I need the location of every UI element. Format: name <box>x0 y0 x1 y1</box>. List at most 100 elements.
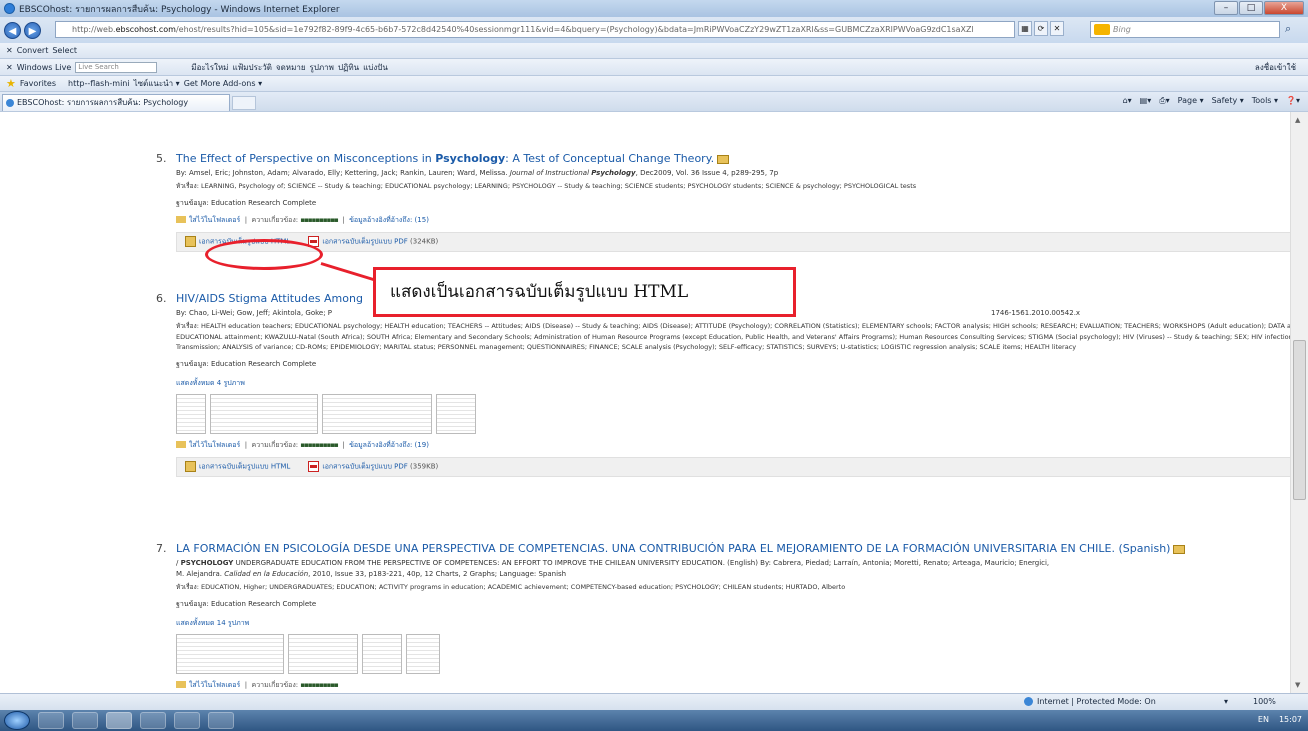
back-button[interactable]: ◀ <box>4 21 21 39</box>
zoom-level[interactable]: 100% <box>1253 697 1276 706</box>
image-thumbnail[interactable] <box>176 633 284 674</box>
live-item[interactable]: จดหมาย <box>276 61 306 74</box>
live-item[interactable]: แบ่งปัน <box>363 61 388 74</box>
language-indicator[interactable]: EN <box>1258 715 1269 724</box>
alt-title-highlight: PSYCHOLOGY <box>180 559 234 567</box>
pdf-fulltext-link[interactable]: เอกสารฉบับเต็มรูปแบบ PDF (359KB) <box>308 460 439 473</box>
live-search-input[interactable]: Live Search <box>75 61 158 73</box>
page-content: 5. The Effect of Perspective on Misconce… <box>12 112 1302 693</box>
image-thumbnail[interactable] <box>210 393 318 434</box>
compat-icon[interactable]: ▦ <box>1018 21 1032 36</box>
favorites-button[interactable]: Favorites <box>20 79 56 88</box>
result-title-link[interactable]: LA FORMACIÓN EN PSICOLOGÍA DESDE UNA PER… <box>176 542 1302 555</box>
url-rest: /ehost/results?hid=105&sid=1e792f82-89f9… <box>175 25 974 34</box>
search-placeholder: Bing <box>1113 25 1131 34</box>
forward-button[interactable]: ▶ <box>24 21 41 39</box>
result-authors: By: Amsel, Eric; Johnston, Adam; Alvarad… <box>176 168 1302 179</box>
result-subjects: หัวเรื่อง: HEALTH education teachers; ED… <box>176 322 1302 351</box>
print-icon[interactable]: ⎙▾ <box>1159 96 1169 106</box>
live-item[interactable]: แฟ้มประวัติ <box>232 61 271 74</box>
taskbar-item[interactable] <box>208 712 234 729</box>
fav-item[interactable]: ไซต์แนะนำ ▾ <box>134 77 180 90</box>
cited-references-link[interactable]: ข้อมูลอ้างอิงที่อ้างถึง: (15) <box>349 216 429 224</box>
fav-item[interactable]: Get More Add-ons ▾ <box>184 79 262 88</box>
cited-references-link[interactable]: ข้อมูลอ้างอิงที่อ้างถึง: (19) <box>349 441 429 449</box>
stop-icon[interactable]: ✕ <box>1050 21 1064 36</box>
live-item[interactable]: ปฏิทิน <box>338 61 359 74</box>
vertical-scrollbar[interactable]: ▲ ▼ <box>1290 112 1308 693</box>
clock[interactable]: 15:07 <box>1279 715 1302 724</box>
preview-icon[interactable] <box>1173 544 1186 554</box>
close-toolbar-icon[interactable]: ✕ <box>6 46 13 55</box>
new-tab-button[interactable] <box>232 96 256 110</box>
image-thumbnail[interactable] <box>288 633 358 674</box>
fav-item[interactable]: http--flash-mini <box>68 79 130 88</box>
close-toolbar-icon[interactable]: ✕ <box>6 63 13 72</box>
taskbar-item[interactable] <box>140 712 166 729</box>
annotation-callout: แสดงเป็นเอกสารฉบับเต็มรูปแบบ HTML <box>373 267 796 317</box>
tab-bar: EBSCOhost: รายการผลการสืบค้น: Psychology… <box>0 92 1308 112</box>
pdf-fulltext-link[interactable]: เอกสารฉบับเต็มรูปแบบ PDF (324KB) <box>308 235 438 248</box>
journal: Calidad en la Educación <box>224 570 309 578</box>
add-to-folder-link[interactable]: ใส่ไว้ในโฟลเดอร์ <box>189 441 240 449</box>
select-button[interactable]: Select <box>52 46 77 55</box>
pdf-size: (359KB) <box>410 462 439 471</box>
tab-active[interactable]: EBSCOhost: รายการผลการสืบค้น: Psychology <box>2 94 230 111</box>
close-button[interactable]: X <box>1264 1 1304 15</box>
folder-icon <box>176 441 186 448</box>
star-icon: ★ <box>6 77 16 90</box>
url-field[interactable]: http://web.ebscohost.com/ehost/results?h… <box>55 21 1015 38</box>
scroll-thumb[interactable] <box>1293 340 1306 500</box>
browser-window: EBSCOhost: รายการผลการสืบค้น: Psychology… <box>0 0 1308 731</box>
relevance-label: ความเกี่ยวข้อง: <box>251 215 299 224</box>
maximize-button[interactable]: □ <box>1239 1 1263 15</box>
show-images-link[interactable]: แสดงทั้งหมด 14 รูปภาพ <box>176 618 1302 629</box>
zoom-menu-icon[interactable]: ▾ <box>1224 697 1228 706</box>
taskbar-item[interactable] <box>106 712 132 729</box>
image-thumbnail[interactable] <box>322 393 432 434</box>
start-button[interactable] <box>4 711 30 730</box>
html-icon <box>185 235 196 247</box>
security-zone[interactable]: Internet | Protected Mode: On <box>1024 697 1156 706</box>
refresh-icon[interactable]: ⟳ <box>1034 21 1048 36</box>
html-fulltext-link[interactable]: เอกสารฉบับเต็มรูปแบบ HTML <box>185 460 290 473</box>
image-thumbnail[interactable] <box>176 393 206 434</box>
live-item[interactable]: มีอะไรใหม่ <box>191 61 228 74</box>
title-part: The Effect of Perspective on Misconcepti… <box>176 152 436 165</box>
home-icon[interactable]: ⌂▾ <box>1123 96 1132 106</box>
result-database: ฐานข้อมูล: Education Research Complete <box>176 599 317 608</box>
result-title-link[interactable]: The Effect of Perspective on Misconcepti… <box>176 152 1302 165</box>
title-part: : A Test of Conceptual Change Theory. <box>505 152 715 165</box>
show-images-link[interactable]: แสดงทั้งหมด 4 รูปภาพ <box>176 378 1302 389</box>
image-thumbnail[interactable] <box>362 633 402 674</box>
taskbar-item[interactable] <box>72 712 98 729</box>
page-menu[interactable]: Page ▾ <box>1178 96 1204 106</box>
tools-menu[interactable]: Tools ▾ <box>1252 96 1278 106</box>
journal-highlight: Psychology <box>591 169 636 177</box>
live-item[interactable]: รูปภาพ <box>310 61 334 74</box>
doi: 1746-1561.2010.00542.x <box>991 309 1081 317</box>
taskbar-item[interactable] <box>174 712 200 729</box>
safety-menu[interactable]: Safety ▾ <box>1212 96 1244 106</box>
help-icon[interactable]: ❓▾ <box>1286 96 1300 106</box>
preview-icon[interactable] <box>717 154 730 164</box>
add-to-folder-link[interactable]: ใส่ไว้ในโฟลเดอร์ <box>189 681 240 689</box>
url-prefix: http://web. <box>72 25 116 34</box>
image-thumbnail[interactable] <box>436 393 476 434</box>
taskbar-item[interactable] <box>38 712 64 729</box>
convert-button[interactable]: Convert <box>17 46 49 55</box>
alt-title-part: M. Alejandra. <box>176 570 223 578</box>
feeds-icon[interactable]: ▤▾ <box>1140 96 1152 106</box>
result-links: ใส่ไว้ในโฟลเดอร์ | ความเกี่ยวข้อง: ▪▪▪▪▪… <box>176 215 1302 226</box>
windows-live-button[interactable]: Windows Live <box>17 63 72 72</box>
signin-button[interactable]: ลงชื่อเข้าใช้ <box>1255 61 1296 74</box>
authors: By: Chao, Li-Wei; Gow, Jeff; Akintola, G… <box>176 309 333 317</box>
search-input[interactable]: Bing <box>1090 21 1280 38</box>
minimize-button[interactable]: – <box>1214 1 1238 15</box>
scroll-up-icon[interactable]: ▲ <box>1295 116 1300 124</box>
relevance-bar: ▪▪▪▪▪▪▪▪▪▪ <box>300 215 338 224</box>
add-to-folder-link[interactable]: ใส่ไว้ในโฟลเดอร์ <box>189 216 240 224</box>
image-thumbnail[interactable] <box>406 633 440 674</box>
search-icon[interactable]: ⌕ <box>1285 22 1291 36</box>
scroll-down-icon[interactable]: ▼ <box>1295 681 1300 689</box>
